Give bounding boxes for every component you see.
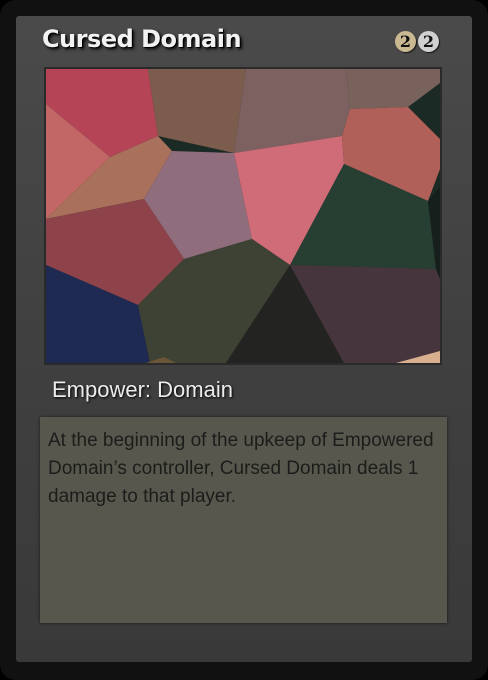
- rules-text: At the beginning of the upkeep of Empowe…: [48, 430, 434, 507]
- mana-symbol-value: 2: [422, 32, 435, 51]
- mana-cost: 2 2: [395, 31, 439, 55]
- card: Cursed Domain 2 2 Empower: Domain At the…: [0, 0, 488, 680]
- art-illustration: [46, 69, 440, 363]
- rules-text-box: At the beginning of the upkeep of Empowe…: [40, 417, 447, 623]
- type-line: Empower: Domain: [52, 377, 233, 402]
- card-art: [44, 67, 442, 365]
- mana-symbol-generic-icon: 2: [418, 31, 439, 52]
- mana-symbol-generic-icon: 2: [395, 31, 416, 52]
- card-name: Cursed Domain: [42, 25, 242, 53]
- mana-symbol-value: 2: [399, 32, 412, 51]
